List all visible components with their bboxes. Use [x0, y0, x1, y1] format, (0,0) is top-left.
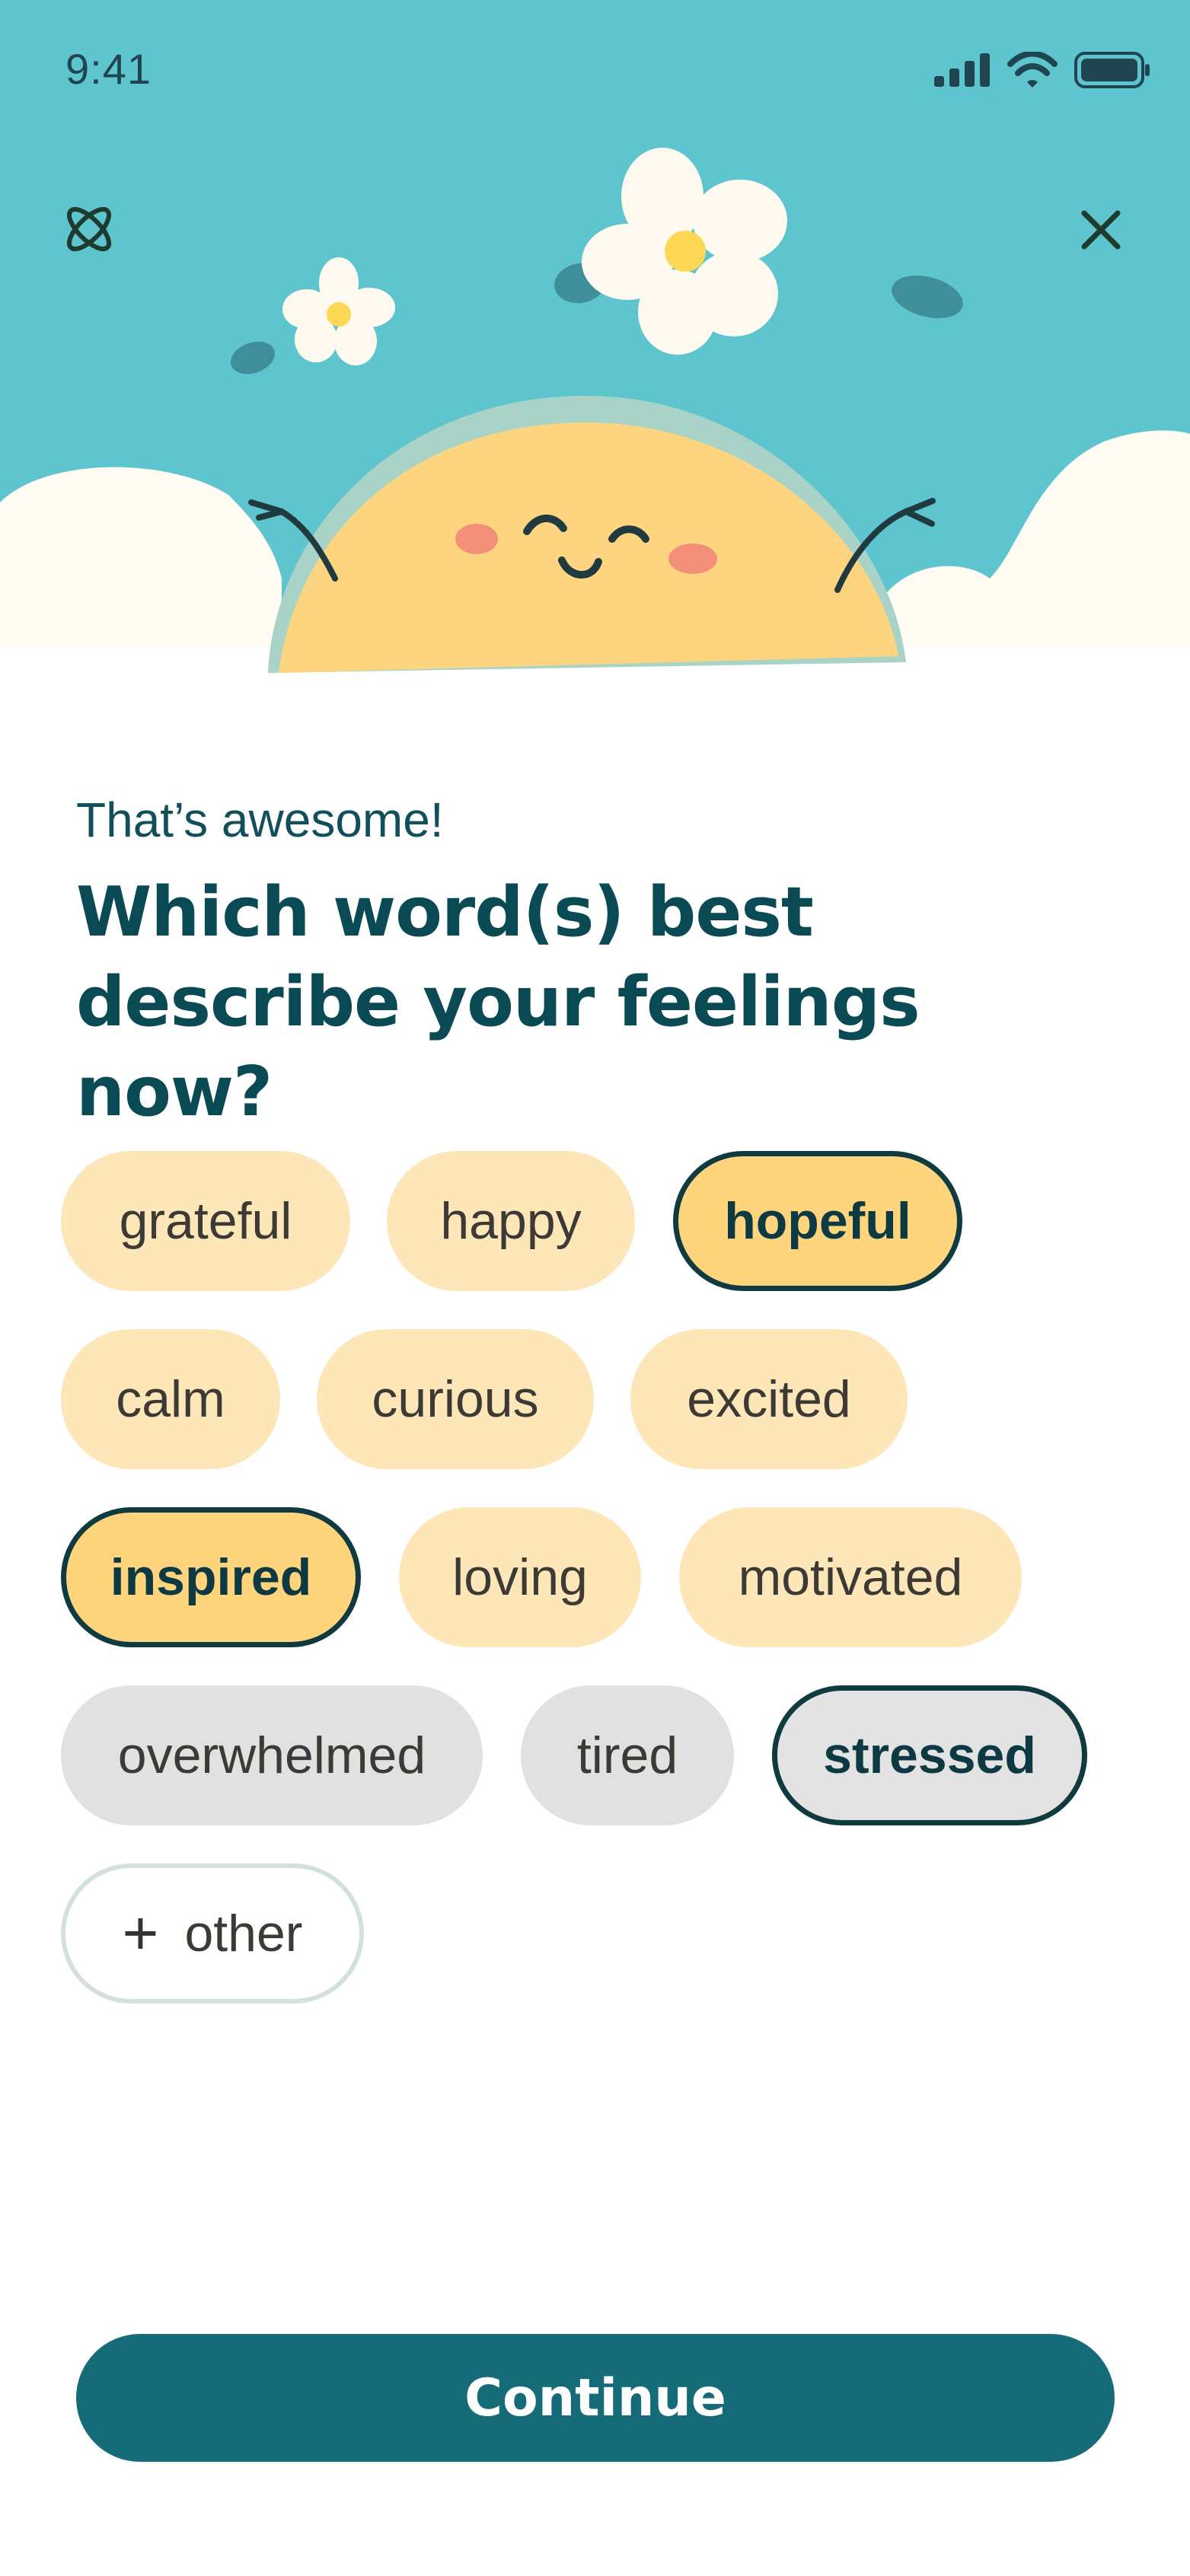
chip-happy[interactable]: happy [387, 1151, 635, 1291]
chip-overwhelmed[interactable]: overwhelmed [61, 1685, 483, 1825]
chip-label: stressed [823, 1726, 1036, 1784]
status-icons [934, 52, 1150, 88]
close-icon[interactable] [1080, 209, 1122, 251]
chip-label: loving [452, 1548, 588, 1606]
atom-icon[interactable] [59, 199, 119, 259]
chip-label: excited [687, 1370, 851, 1428]
chip-stressed[interactable]: stressed [772, 1685, 1087, 1825]
hero-illustration [0, 0, 1190, 677]
chip-label: overwhelmed [117, 1726, 426, 1784]
chip-tired[interactable]: tired [521, 1685, 734, 1825]
status-time: 9:41 [65, 45, 152, 93]
page-title: Which word(s) best describe your feeling… [76, 872, 920, 1132]
chip-label: happy [440, 1192, 582, 1250]
signal-icon [934, 53, 990, 87]
chip-other[interactable]: + other [61, 1863, 364, 2004]
wifi-icon [1007, 52, 1058, 88]
chip-curious[interactable]: curious [317, 1329, 594, 1469]
chip-label: calm [116, 1370, 225, 1428]
subtitle: That’s awesome! [76, 792, 444, 847]
chip-motivated[interactable]: motivated [679, 1507, 1022, 1647]
continue-button[interactable]: Continue [76, 2334, 1115, 2462]
chip-calm[interactable]: calm [61, 1329, 280, 1469]
chip-label: inspired [110, 1548, 312, 1606]
chip-label: curious [372, 1370, 539, 1428]
chip-grateful[interactable]: grateful [61, 1151, 350, 1291]
chip-loving[interactable]: loving [399, 1507, 641, 1647]
chip-inspired[interactable]: inspired [61, 1507, 361, 1647]
chip-excited[interactable]: excited [630, 1329, 908, 1469]
chip-hopeful[interactable]: hopeful [673, 1151, 962, 1291]
chip-label: motivated [738, 1548, 963, 1606]
battery-icon [1074, 52, 1150, 88]
chip-label: hopeful [724, 1192, 911, 1250]
plus-icon: + [122, 1899, 159, 1968]
chip-label: grateful [119, 1192, 292, 1250]
chip-label: other [184, 1905, 303, 1962]
chip-label: tired [576, 1726, 678, 1784]
